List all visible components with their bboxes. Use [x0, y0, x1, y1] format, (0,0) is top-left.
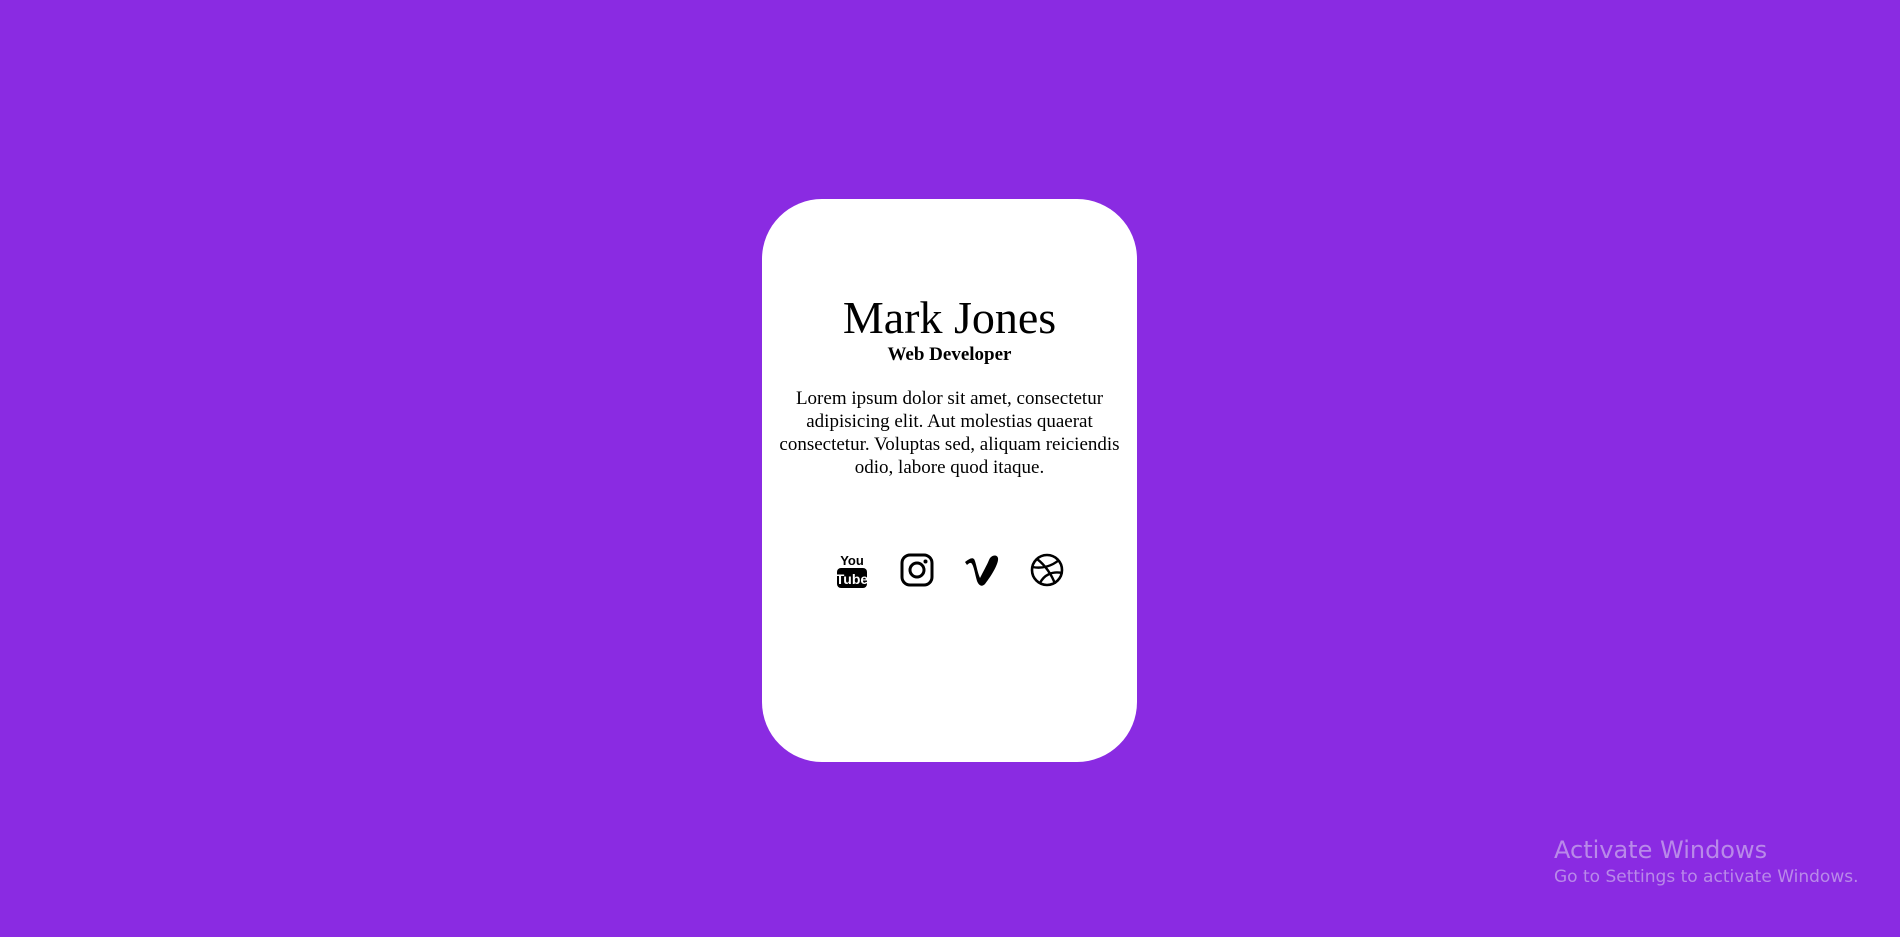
watermark-title: Activate Windows	[1554, 836, 1768, 864]
youtube-link[interactable]: You Tube	[834, 550, 870, 590]
vimeo-icon	[965, 555, 999, 586]
youtube-icon: You Tube	[836, 553, 868, 588]
svg-text:You: You	[840, 553, 864, 568]
dribbble-link[interactable]	[1029, 550, 1065, 590]
watermark-subtitle: Go to Settings to activate Windows.	[1554, 867, 1859, 887]
instagram-icon	[900, 553, 934, 587]
instagram-link[interactable]	[899, 550, 935, 590]
vimeo-link[interactable]	[964, 550, 1000, 590]
profile-role: Web Developer	[887, 344, 1012, 365]
svg-text:Tube: Tube	[836, 571, 868, 587]
profile-name: Mark Jones	[842, 292, 1057, 343]
windows-activation-watermark: Activate Windows Go to Settings to activ…	[1554, 835, 1859, 889]
profile-card: Mark Jones Web Developer Lorem ipsum dol…	[762, 199, 1137, 762]
profile-bio: Lorem ipsum dolor sit amet, consectetur …	[779, 388, 1120, 478]
dribbble-icon	[1030, 553, 1064, 587]
social-links: You Tube	[762, 550, 1137, 590]
